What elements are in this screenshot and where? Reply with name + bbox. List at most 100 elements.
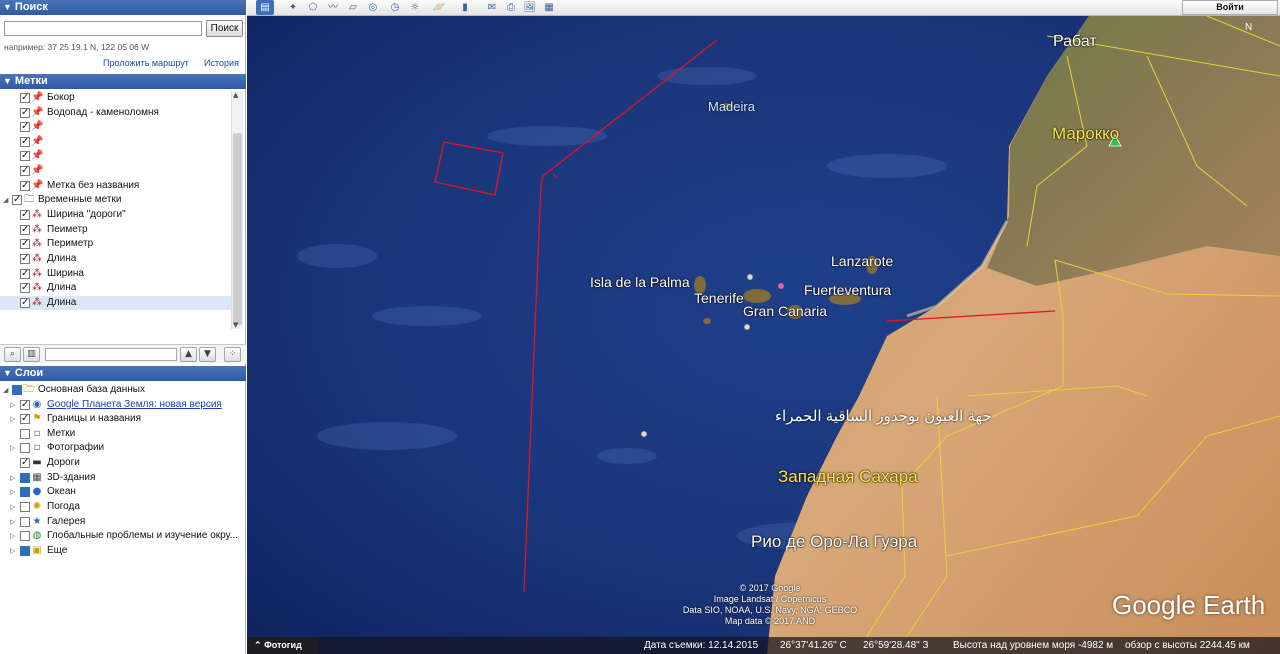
- expand-arrow-icon[interactable]: ▷: [10, 471, 18, 485]
- record-tour-button[interactable]: ◎: [364, 0, 382, 15]
- collapse-triangle-icon[interactable]: ▼: [3, 366, 12, 381]
- place-item[interactable]: ⁂ Длина: [0, 281, 232, 295]
- layer-item[interactable]: ▷ ◉ Google Планета Земля: новая версия: [0, 398, 232, 412]
- place-item[interactable]: ⁂ Ширина "дороги": [0, 208, 232, 222]
- map-label-rabat[interactable]: Рабат: [1053, 33, 1097, 51]
- place-checkbox[interactable]: [20, 223, 30, 237]
- places-filter-input[interactable]: [45, 348, 177, 361]
- move-down-button[interactable]: ▼: [199, 347, 216, 362]
- place-checkbox[interactable]: [20, 135, 30, 149]
- place-item[interactable]: ⁂ Периметр: [0, 237, 232, 251]
- sidebar-toggle-button[interactable]: ▤: [256, 0, 274, 15]
- places-scrollbar[interactable]: ▲ ▼: [231, 91, 243, 329]
- map-label-gran-canaria[interactable]: Gran Canaria: [743, 303, 827, 319]
- expand-arrow-icon[interactable]: ▷: [10, 544, 18, 558]
- expand-arrow-icon[interactable]: ▷: [10, 500, 18, 514]
- layer-checkbox[interactable]: [20, 443, 30, 453]
- place-item[interactable]: 📌 Бокор: [0, 91, 232, 105]
- map-label-madeira[interactable]: Madeira: [708, 99, 755, 114]
- expand-arrow-icon[interactable]: ▷: [10, 441, 18, 455]
- expand-triangle-icon[interactable]: ◢: [3, 193, 11, 207]
- route-link[interactable]: Проложить маршрут: [103, 58, 189, 68]
- map-label-rio-de-oro[interactable]: Рио де Оро-Ла Гуэра: [751, 532, 917, 552]
- save-image-button[interactable]: 🖼: [521, 0, 539, 15]
- add-path-button[interactable]: 〰: [324, 0, 342, 15]
- place-checkbox[interactable]: [20, 91, 30, 105]
- place-checkbox[interactable]: [20, 267, 30, 281]
- search-input[interactable]: [4, 21, 202, 36]
- layers-section-header[interactable]: ▼ Слои: [0, 366, 246, 381]
- layer-checkbox[interactable]: [20, 412, 30, 426]
- layer-item[interactable]: ▬ Дороги: [0, 456, 232, 470]
- map-label-tenerife[interactable]: Tenerife: [694, 290, 744, 306]
- map-canvas[interactable]: N: [247, 16, 1280, 654]
- place-checkbox[interactable]: [20, 149, 30, 163]
- move-up-button[interactable]: ▲: [180, 347, 197, 362]
- layer-item[interactable]: ▷ ▦ 3D-здания: [0, 471, 232, 485]
- expand-triangle-icon[interactable]: ◢: [3, 383, 11, 397]
- map-view[interactable]: N Рабат Марокко Madeira Lanzarote Isla d…: [247, 16, 1280, 654]
- place-item[interactable]: 📌 Водопад - каменоломня: [0, 106, 232, 120]
- layer-item[interactable]: ▷ ⚑ Границы и названия: [0, 412, 232, 426]
- place-item[interactable]: 📌: [0, 135, 232, 149]
- compass-north-icon[interactable]: N: [1245, 22, 1252, 33]
- place-item[interactable]: 📌: [0, 120, 232, 134]
- places-section-header[interactable]: ▼ Метки: [0, 74, 246, 89]
- sunlight-button[interactable]: ☼: [406, 0, 424, 15]
- search-places-button[interactable]: ⌕: [4, 347, 21, 362]
- layer-link[interactable]: Google Планета Земля: новая версия: [47, 398, 222, 412]
- collapse-triangle-icon[interactable]: ▼: [3, 0, 12, 15]
- layer-checkbox[interactable]: [12, 385, 22, 395]
- layer-item[interactable]: ▷ ◍ Глобальные проблемы и изучение окру.…: [0, 529, 238, 543]
- expand-arrow-icon[interactable]: ▷: [10, 529, 18, 543]
- layer-item[interactable]: ▷ ✺ Погода: [0, 500, 232, 514]
- search-section-header[interactable]: ▼ Поиск: [0, 0, 246, 15]
- place-checkbox[interactable]: [20, 296, 30, 310]
- layer-checkbox[interactable]: [20, 487, 30, 497]
- add-overlay-button[interactable]: ▱: [344, 0, 362, 15]
- planets-button[interactable]: 🪐: [430, 0, 448, 15]
- email-button[interactable]: ✉: [483, 0, 501, 15]
- place-checkbox[interactable]: [20, 106, 30, 120]
- place-item[interactable]: ⁂ Длина: [0, 252, 232, 266]
- layer-checkbox[interactable]: [20, 517, 30, 527]
- scroll-thumb[interactable]: [233, 133, 242, 325]
- place-checkbox[interactable]: [20, 179, 30, 193]
- map-label-la-palma[interactable]: Isla de la Palma: [590, 274, 690, 290]
- place-checkbox[interactable]: [20, 237, 30, 251]
- layer-checkbox[interactable]: [20, 429, 30, 439]
- map-label-arabic-region[interactable]: جهة العيون بوجدور الساقية الحمراء: [775, 407, 992, 425]
- place-checkbox[interactable]: [20, 281, 30, 295]
- map-label-western-sahara[interactable]: Западная Сахара: [778, 467, 918, 487]
- expand-arrow-icon[interactable]: ▷: [10, 485, 18, 499]
- place-item[interactable]: 📌: [0, 149, 232, 163]
- view-in-maps-button[interactable]: ▦: [540, 0, 558, 15]
- add-polygon-button[interactable]: ⬠: [304, 0, 322, 15]
- map-label-lanzarote[interactable]: Lanzarote: [831, 253, 893, 269]
- search-button[interactable]: Поиск: [206, 20, 243, 37]
- layer-checkbox[interactable]: [20, 456, 30, 470]
- toggle-panel-button[interactable]: ▥: [23, 347, 40, 362]
- layer-item[interactable]: ▷ ● Океан: [0, 485, 232, 499]
- historical-imagery-button[interactable]: ◷: [386, 0, 404, 15]
- signin-button[interactable]: Войти: [1182, 0, 1278, 15]
- place-folder[interactable]: ◢ 🗀 Временные метки: [0, 193, 232, 207]
- layer-checkbox[interactable]: [20, 546, 30, 556]
- place-checkbox[interactable]: [20, 164, 30, 178]
- expand-arrow-icon[interactable]: ▷: [10, 412, 18, 426]
- place-checkbox[interactable]: [20, 120, 30, 134]
- layer-root[interactable]: ◢ 🗁 Основная база данных: [0, 383, 232, 397]
- folder-checkbox[interactable]: [12, 193, 22, 207]
- place-item[interactable]: 📌: [0, 164, 232, 178]
- expand-arrow-icon[interactable]: ▷: [10, 398, 18, 412]
- add-placemark-button[interactable]: ✦: [284, 0, 302, 15]
- collapse-triangle-icon[interactable]: ▼: [3, 74, 12, 89]
- layer-item[interactable]: ▷ ▣ Еще: [0, 544, 232, 558]
- layer-item[interactable]: ▷ ▫ Фотографии: [0, 441, 232, 455]
- layer-checkbox[interactable]: [20, 531, 30, 541]
- print-button[interactable]: ⎙: [502, 0, 520, 15]
- layer-checkbox[interactable]: [20, 398, 30, 412]
- scroll-down-icon[interactable]: ▼: [233, 321, 238, 329]
- photo-tour-tab[interactable]: ⌃ Фотогид: [247, 637, 319, 654]
- scroll-up-icon[interactable]: ▲: [233, 91, 238, 99]
